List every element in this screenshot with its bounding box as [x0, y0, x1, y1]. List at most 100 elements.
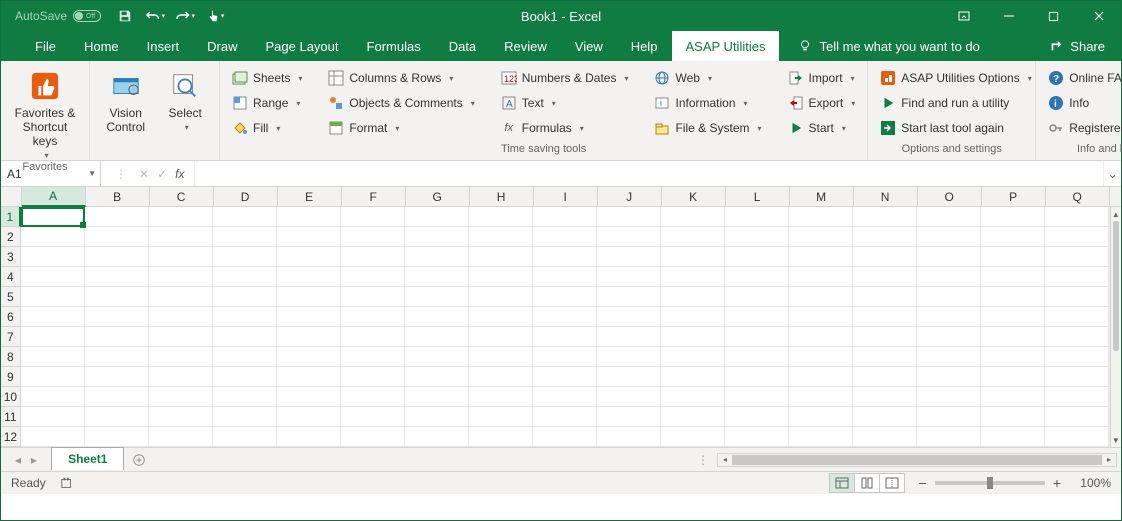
cell-A2[interactable]	[21, 227, 85, 247]
cell-P5[interactable]	[981, 287, 1045, 307]
cell-N6[interactable]	[853, 307, 917, 327]
cell-E5[interactable]	[277, 287, 341, 307]
cell-O5[interactable]	[917, 287, 981, 307]
cell-H6[interactable]	[469, 307, 533, 327]
info-button[interactable]: iInfo	[1044, 92, 1122, 114]
cell-K6[interactable]	[661, 307, 725, 327]
cell-I5[interactable]	[533, 287, 597, 307]
cell-A12[interactable]	[21, 427, 85, 447]
cell-K7[interactable]	[661, 327, 725, 347]
cell-I12[interactable]	[533, 427, 597, 447]
cell-G2[interactable]	[405, 227, 469, 247]
formula-input[interactable]	[195, 161, 1103, 186]
cell-C6[interactable]	[149, 307, 213, 327]
cell-M11[interactable]	[789, 407, 853, 427]
cell-H9[interactable]	[469, 367, 533, 387]
cell-B6[interactable]	[85, 307, 149, 327]
numbers-dates-button[interactable]: 123Numbers & Dates	[497, 67, 633, 89]
tab-asap-utilities[interactable]: ASAP Utilities	[672, 31, 780, 61]
row-header-4[interactable]: 4	[1, 267, 20, 287]
cell-A7[interactable]	[21, 327, 85, 347]
cell-J8[interactable]	[597, 347, 661, 367]
cell-C9[interactable]	[149, 367, 213, 387]
cell-F8[interactable]	[341, 347, 405, 367]
cell-P6[interactable]	[981, 307, 1045, 327]
cell-B10[interactable]	[85, 387, 149, 407]
range-button[interactable]: Range	[228, 92, 306, 114]
cell-N7[interactable]	[853, 327, 917, 347]
cell-B4[interactable]	[85, 267, 149, 287]
row-header-8[interactable]: 8	[1, 347, 20, 367]
row-header-10[interactable]: 10	[1, 387, 20, 407]
cell-N11[interactable]	[853, 407, 917, 427]
cell-J3[interactable]	[597, 247, 661, 267]
redo-icon[interactable]: ▾	[175, 6, 195, 26]
sheet-next-icon[interactable]: ▸	[31, 453, 37, 467]
column-header-G[interactable]: G	[406, 187, 470, 206]
cell-D5[interactable]	[213, 287, 277, 307]
cell-A8[interactable]	[21, 347, 85, 367]
start-button[interactable]: Start	[784, 117, 860, 139]
vertical-scrollbar[interactable]: ▲ ▼	[1110, 207, 1121, 447]
cell-H7[interactable]	[469, 327, 533, 347]
cell-Q12[interactable]	[1045, 427, 1109, 447]
cell-F7[interactable]	[341, 327, 405, 347]
zoom-slider[interactable]	[935, 481, 1045, 485]
column-header-I[interactable]: I	[534, 187, 598, 206]
sheet-tab-sheet1[interactable]: Sheet1	[51, 447, 124, 470]
cell-L11[interactable]	[725, 407, 789, 427]
cell-E8[interactable]	[277, 347, 341, 367]
cell-I8[interactable]	[533, 347, 597, 367]
cell-E3[interactable]	[277, 247, 341, 267]
find-run-utility-button[interactable]: Find and run a utility	[876, 92, 1027, 114]
tell-me-search[interactable]: Tell me what you want to do	[797, 31, 979, 61]
cell-Q6[interactable]	[1045, 307, 1109, 327]
enter-formula-icon[interactable]: ✓	[157, 167, 167, 181]
cell-Q3[interactable]	[1045, 247, 1109, 267]
cell-G9[interactable]	[405, 367, 469, 387]
cell-H2[interactable]	[469, 227, 533, 247]
sheet-prev-icon[interactable]: ◂	[15, 453, 21, 467]
cell-O2[interactable]	[917, 227, 981, 247]
cell-P9[interactable]	[981, 367, 1045, 387]
cell-F9[interactable]	[341, 367, 405, 387]
cell-C11[interactable]	[149, 407, 213, 427]
cell-H4[interactable]	[469, 267, 533, 287]
select-button[interactable]: Select	[159, 65, 211, 142]
cell-G5[interactable]	[405, 287, 469, 307]
tab-draw[interactable]: Draw	[193, 31, 251, 61]
cell-B11[interactable]	[85, 407, 149, 427]
tab-page-layout[interactable]: Page Layout	[252, 31, 353, 61]
zoom-in-button[interactable]: +	[1053, 475, 1061, 491]
cell-G8[interactable]	[405, 347, 469, 367]
expand-formula-bar-icon[interactable]: ⌄	[1103, 161, 1121, 186]
cell-G7[interactable]	[405, 327, 469, 347]
cell-A3[interactable]	[21, 247, 85, 267]
cell-C10[interactable]	[149, 387, 213, 407]
scroll-up-icon[interactable]: ▲	[1111, 207, 1121, 221]
cell-L2[interactable]	[725, 227, 789, 247]
cell-M5[interactable]	[789, 287, 853, 307]
cell-N5[interactable]	[853, 287, 917, 307]
column-header-O[interactable]: O	[918, 187, 982, 206]
cell-I10[interactable]	[533, 387, 597, 407]
cell-G12[interactable]	[405, 427, 469, 447]
cell-J10[interactable]	[597, 387, 661, 407]
cell-A9[interactable]	[21, 367, 85, 387]
cell-K10[interactable]	[661, 387, 725, 407]
cell-O7[interactable]	[917, 327, 981, 347]
cell-L7[interactable]	[725, 327, 789, 347]
cell-H12[interactable]	[469, 427, 533, 447]
undo-icon[interactable]: ▾	[145, 6, 165, 26]
tab-review[interactable]: Review	[490, 31, 561, 61]
cell-E10[interactable]	[277, 387, 341, 407]
ribbon-display-options-icon[interactable]	[941, 1, 986, 31]
cell-G3[interactable]	[405, 247, 469, 267]
vscroll-thumb[interactable]	[1113, 221, 1119, 351]
cell-H10[interactable]	[469, 387, 533, 407]
cell-L6[interactable]	[725, 307, 789, 327]
cell-Q1[interactable]	[1045, 207, 1109, 227]
cell-K4[interactable]	[661, 267, 725, 287]
cell-F4[interactable]	[341, 267, 405, 287]
zoom-level[interactable]: 100%	[1069, 476, 1111, 490]
